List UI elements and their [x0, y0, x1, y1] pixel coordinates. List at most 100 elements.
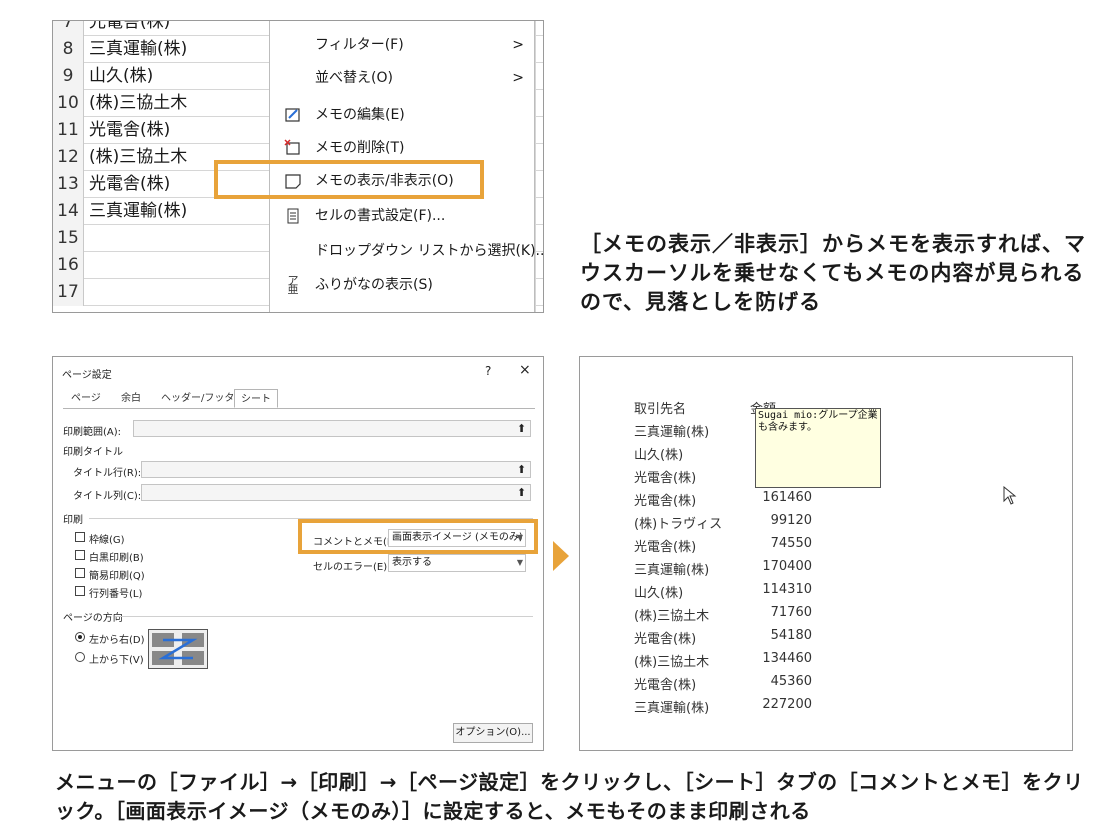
edit-note-icon	[284, 106, 302, 124]
mouse-cursor-icon	[1003, 485, 1017, 510]
errors-value: 表示する	[392, 557, 432, 568]
preview-name: (株)三協土木	[634, 655, 710, 670]
row-number[interactable]: 15	[53, 225, 84, 252]
title-cols-label: タイトル列(C):	[73, 491, 142, 502]
row-number[interactable]: 12	[53, 144, 84, 171]
bw-print-checkbox[interactable]	[75, 550, 85, 560]
row-number[interactable]: 7	[53, 21, 84, 36]
collapse-icon[interactable]: ⬆	[514, 485, 529, 500]
preview-amount: 71760	[770, 605, 812, 620]
options-button[interactable]: オプション(O)...	[453, 723, 533, 743]
row-number[interactable]: 13	[53, 171, 84, 198]
preview-amount: 99120	[770, 513, 812, 528]
preview-amount: 74550	[770, 536, 812, 551]
collapse-icon[interactable]: ⬆	[514, 421, 529, 436]
caption-bottom: メニューの［ファイル］→［印刷］→［ページ設定］をクリックし、［シート］タブの［…	[55, 770, 1084, 823]
row-number[interactable]: 8	[53, 36, 84, 63]
delete-note-icon	[284, 139, 302, 157]
arrow-right-icon	[553, 541, 569, 571]
menu-item-dropdown-select[interactable]: ドロップダウン リストから選択(K)...	[270, 235, 543, 268]
menu-item-sort[interactable]: 並べ替え(O) >	[270, 62, 536, 95]
gridlines-checkbox[interactable]	[75, 532, 85, 542]
cell[interactable]: (株)三協土木	[89, 144, 187, 171]
menu-item-edit-note[interactable]: メモの編集(E)	[270, 99, 536, 132]
menu-item-label: メモの編集(E)	[315, 107, 405, 123]
headings-label: 行列番号(L)	[89, 589, 143, 600]
row-number[interactable]: 14	[53, 198, 84, 225]
furigana-icon: ア亜	[287, 274, 299, 296]
errors-select[interactable]: 表示する ▼	[388, 554, 526, 572]
tab-margins[interactable]: 余白	[115, 389, 147, 408]
page-order-preview-icon	[148, 629, 208, 669]
cell[interactable]: 三真運輸(株)	[89, 198, 187, 225]
format-cells-icon	[284, 207, 302, 225]
cell[interactable]: 山久(株)	[89, 63, 153, 90]
preview-name: 三真運輸(株)	[634, 701, 710, 716]
close-button[interactable]: ×	[519, 362, 531, 378]
order-left-right-label: 左から右(D)	[89, 635, 145, 646]
title-rows-label: タイトル行(R):	[73, 468, 142, 479]
preview-name: 光電舎(株)	[634, 678, 697, 693]
print-section-label: 印刷	[63, 515, 83, 526]
cell[interactable]: 光電舎(株)	[89, 21, 170, 36]
header-name: 取引先名	[634, 402, 687, 417]
title-rows-input[interactable]: ⬆	[141, 461, 531, 478]
help-button[interactable]: ?	[485, 364, 491, 378]
row-number[interactable]: 17	[53, 279, 84, 306]
preview-amount: 134460	[762, 651, 812, 666]
order-top-bottom-radio[interactable]	[75, 652, 85, 662]
print-area-label: 印刷範囲(A):	[63, 427, 122, 438]
preview-amount: 161460	[762, 490, 812, 505]
menu-item-furigana[interactable]: ア亜 ふりがなの表示(S)	[270, 269, 536, 302]
row-number[interactable]: 11	[53, 117, 84, 144]
preview-name: (株)トラヴィス	[634, 517, 723, 532]
section-divider	[115, 616, 533, 617]
bw-print-label: 白黒印刷(B)	[89, 553, 144, 564]
print-area-input[interactable]: ⬆	[133, 420, 531, 437]
tab-divider	[63, 408, 535, 409]
menu-item-filter[interactable]: フィルター(F) >	[270, 29, 536, 62]
preview-amount: 227200	[762, 697, 812, 712]
preview-name: 山久(株)	[634, 586, 684, 601]
preview-name: 三真運輸(株)	[634, 425, 710, 440]
cell[interactable]: 光電舎(株)	[89, 171, 170, 198]
preview-amount: 114310	[762, 582, 812, 597]
cell[interactable]: 光電舎(株)	[89, 117, 170, 144]
dialog-title: ページ設定	[62, 370, 112, 381]
row-number[interactable]: 9	[53, 63, 84, 90]
preview-name: 三真運輸(株)	[634, 563, 710, 578]
errors-label: セルのエラー(E):	[313, 562, 391, 573]
tab-sheet[interactable]: シート	[234, 389, 278, 408]
draft-print-label: 簡易印刷(Q)	[89, 571, 145, 582]
preview-name: (株)三協土木	[634, 609, 710, 624]
chevron-right-icon: >	[512, 70, 524, 86]
chevron-down-icon: ▼	[516, 558, 523, 567]
cell[interactable]: (株)三協土木	[89, 90, 187, 117]
preview-name: 光電舎(株)	[634, 494, 697, 509]
caption-top: ［メモの表示／非表示］からメモを表示すれば、マウスカーソルを乗せなくてもメモの内…	[580, 232, 1086, 314]
page-order-label: ページの方向	[63, 613, 123, 624]
menu-item-format-cells[interactable]: セルの書式設定(F)...	[270, 200, 536, 233]
menu-item-label: フィルター(F)	[315, 37, 404, 53]
draft-print-checkbox[interactable]	[75, 568, 85, 578]
preview-amount: 45360	[770, 674, 812, 689]
preview-name: 山久(株)	[634, 448, 684, 463]
gridlines-label: 枠線(G)	[89, 535, 125, 546]
preview-amount: 54180	[770, 628, 812, 643]
order-left-right-radio[interactable]	[75, 632, 85, 642]
highlight-box	[214, 160, 484, 199]
menu-item-label: 並べ替え(O)	[315, 70, 393, 86]
preview-name: 光電舎(株)	[634, 540, 697, 555]
row-number[interactable]: 16	[53, 252, 84, 279]
preview-amount: 170400	[762, 559, 812, 574]
row-number[interactable]: 10	[53, 90, 84, 117]
cell[interactable]: 三真運輸(株)	[89, 36, 187, 63]
title-cols-input[interactable]: ⬆	[141, 484, 531, 501]
tab-page[interactable]: ページ	[65, 389, 107, 408]
menu-item-label: ドロップダウン リストから選択(K)...	[315, 243, 544, 259]
menu-item-label: セルの書式設定(F)...	[315, 208, 446, 224]
order-top-bottom-label: 上から下(V)	[89, 655, 144, 666]
collapse-icon[interactable]: ⬆	[514, 462, 529, 477]
chevron-right-icon: >	[512, 37, 524, 53]
headings-checkbox[interactable]	[75, 586, 85, 596]
